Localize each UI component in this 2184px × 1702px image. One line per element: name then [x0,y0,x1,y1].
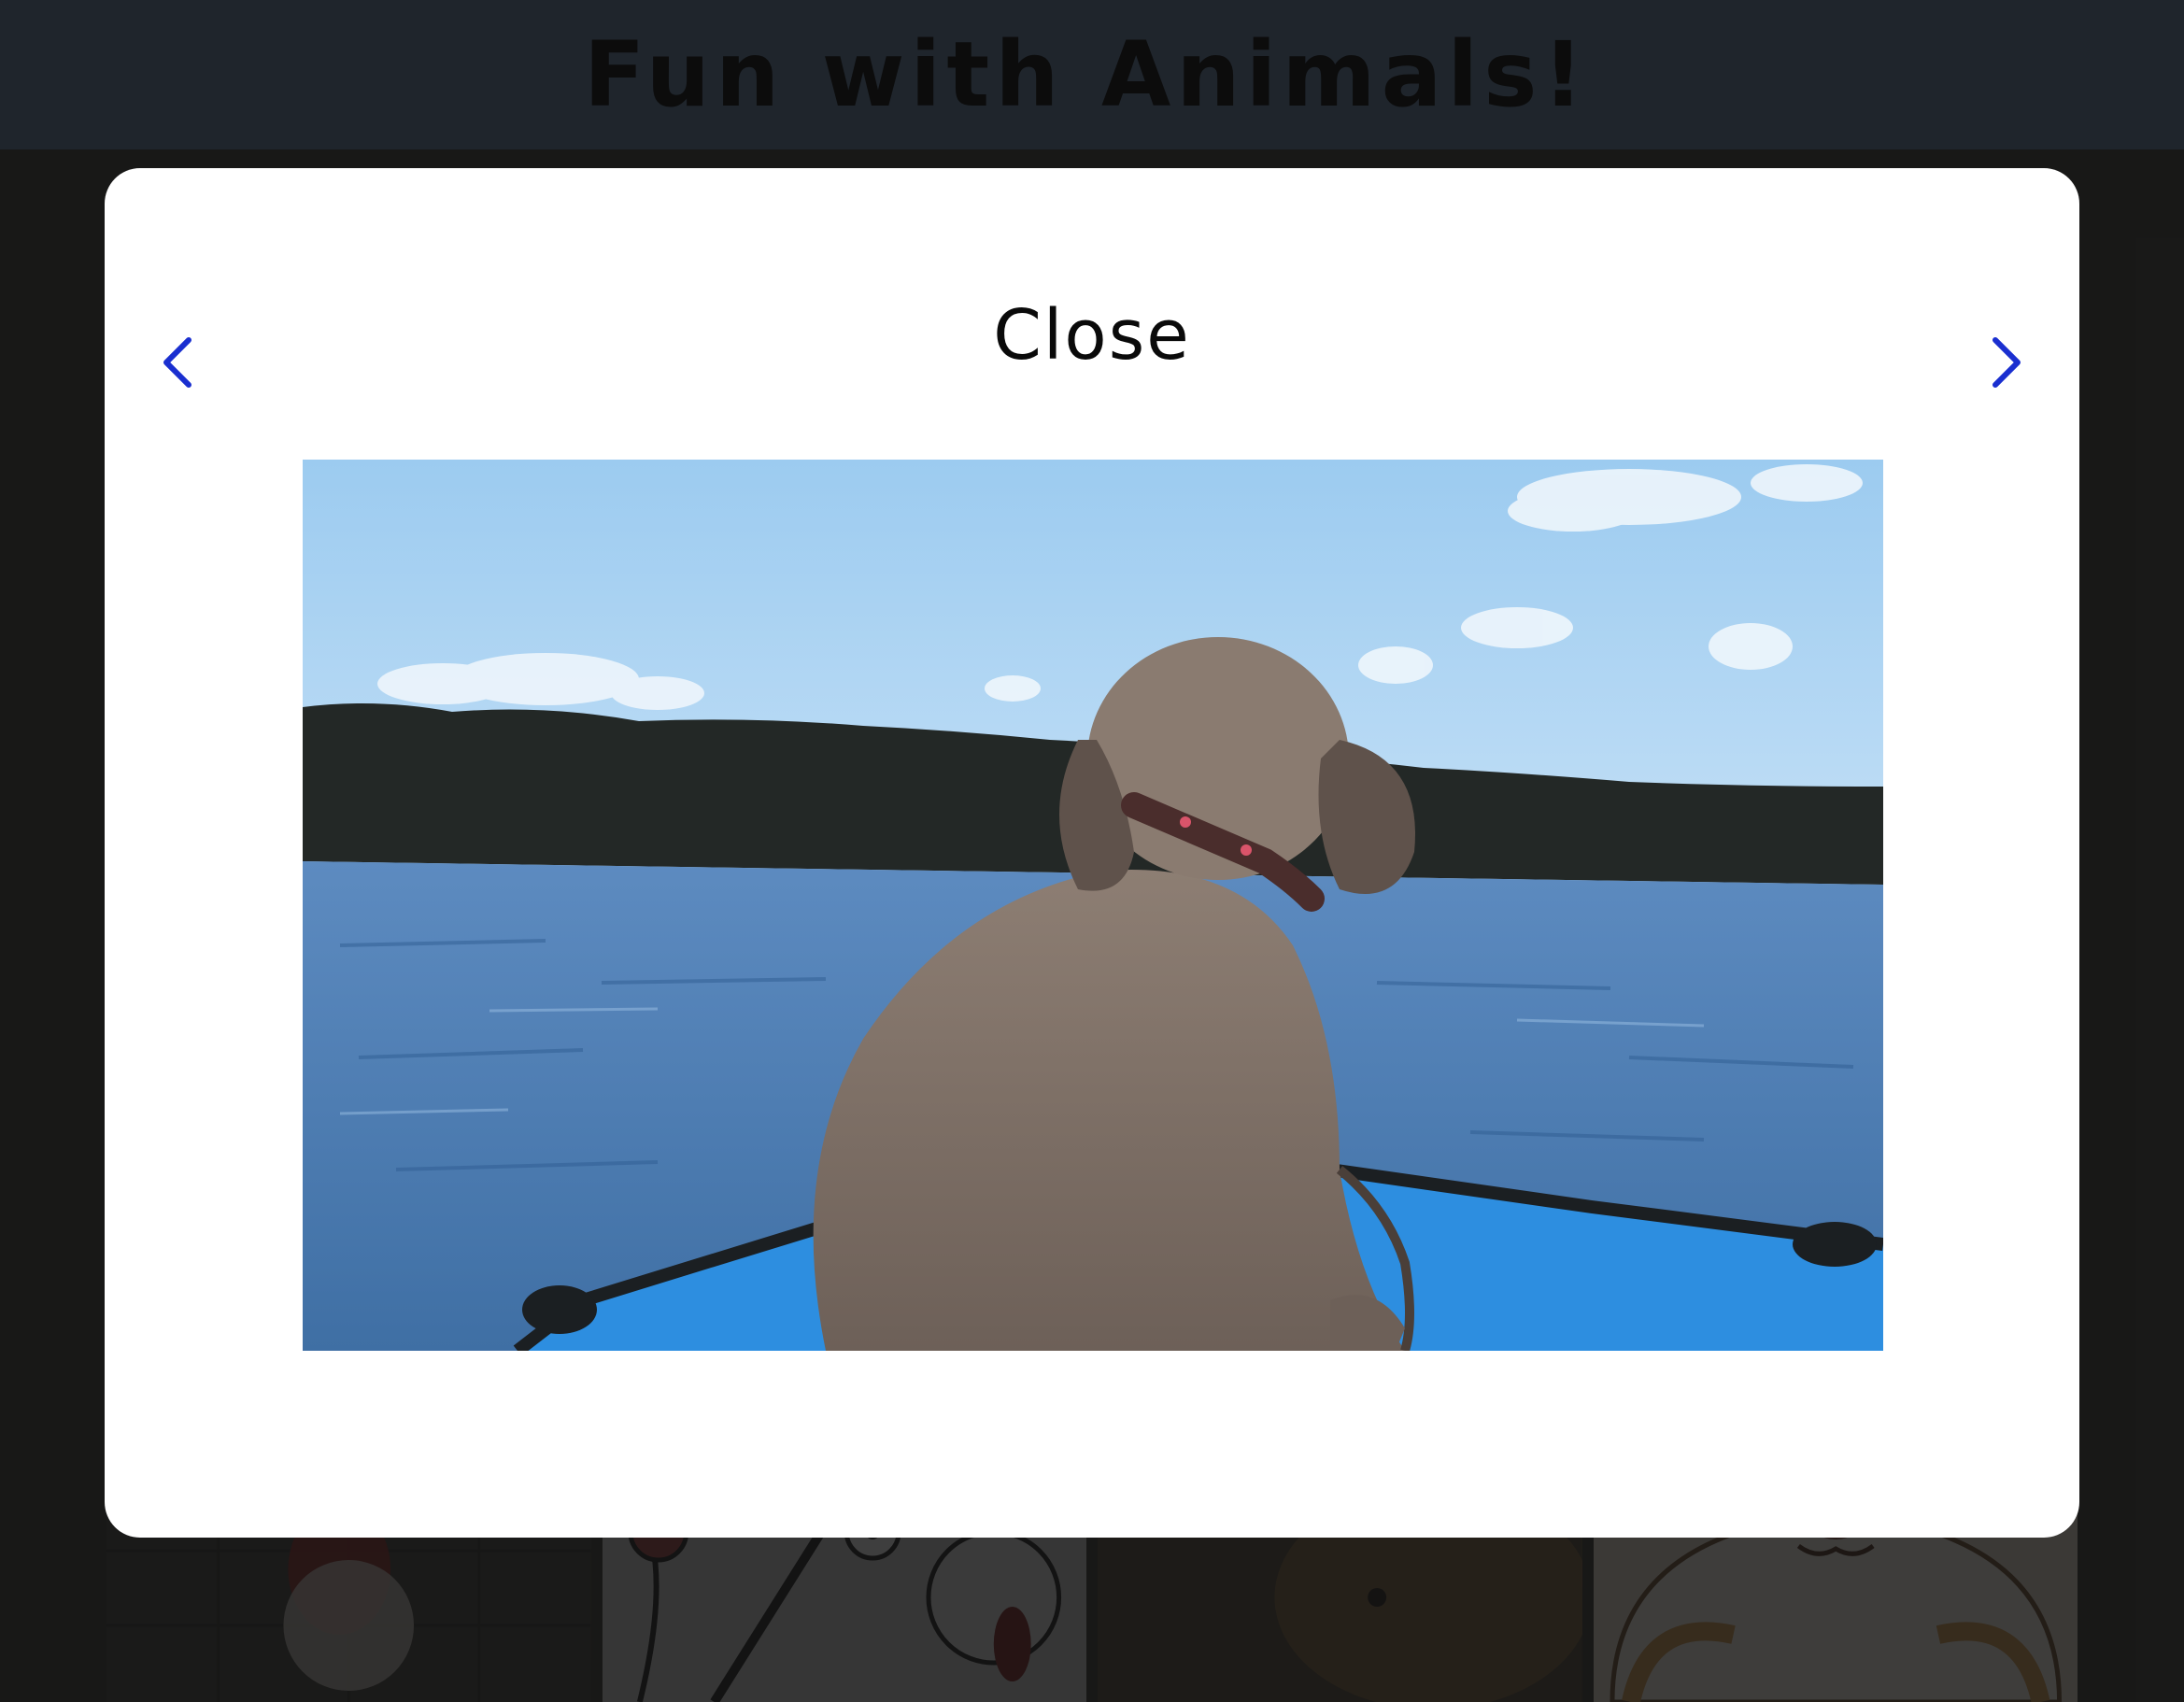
site-header: Fun with Animals! [0,0,2184,149]
next-image-button[interactable] [1969,306,2044,418]
lightbox-image [303,460,1883,1351]
close-button[interactable]: Close [905,290,1279,381]
site-title: Fun with Animals! [583,22,1590,127]
chevron-left-icon [163,337,191,388]
image-lightbox-modal: Close [105,168,2079,1538]
chevron-right-icon [1993,337,2021,388]
previous-image-button[interactable] [140,306,215,418]
dog-on-boat-image [303,460,1883,1351]
